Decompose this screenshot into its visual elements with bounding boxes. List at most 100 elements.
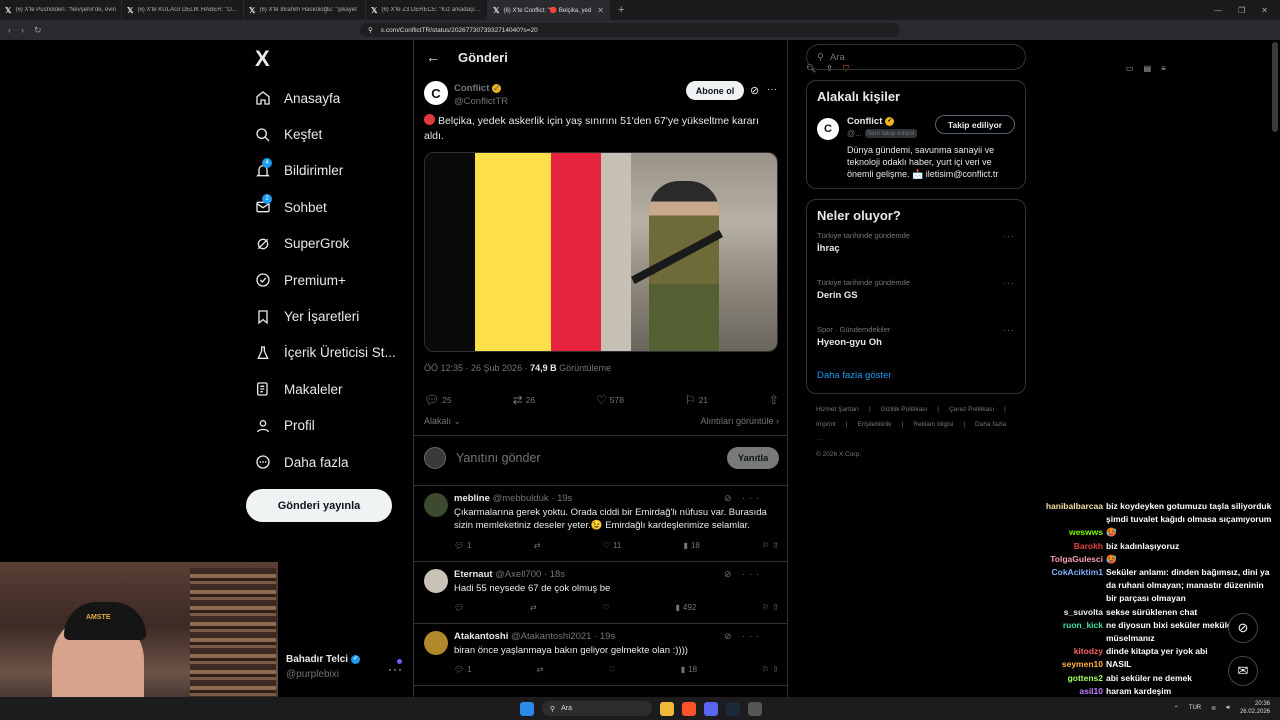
relevance-dropdown[interactable]: Alakalı ⌄	[424, 416, 461, 427]
reply-action[interactable]: 💬︎ 1	[454, 541, 472, 550]
taskbar-search[interactable]: ⚲ Ara	[542, 701, 652, 716]
windows-start-icon[interactable]	[520, 701, 534, 716]
menu-icon[interactable]: ≡	[1161, 64, 1166, 73]
wifi-icon[interactable]: ≋	[1211, 705, 1216, 712]
close-window-icon[interactable]: ✕	[1261, 6, 1268, 15]
nav-item-articles[interactable]: Makaleler	[240, 371, 410, 407]
steam-icon[interactable]	[726, 701, 740, 716]
more-icon[interactable]: ···	[1003, 278, 1015, 288]
grok-icon[interactable]: ⊘	[724, 569, 736, 579]
more-icon[interactable]: ···	[1003, 325, 1015, 335]
back-arrow-icon[interactable]: ←	[414, 49, 458, 65]
url-field[interactable]: ⚲ x.com/ConflictTR/status/202677307393271…	[360, 23, 900, 37]
minimize-icon[interactable]: —	[1214, 6, 1222, 15]
browser-tab[interactable]: 𝕏 (6) X'te İbrahim Haskoloğlu: "Şikayet	[244, 0, 366, 20]
reply-tweet[interactable]: mebline @mebbulduk · 19s ⊘ ··· Çıkarmala…	[424, 493, 779, 553]
like-action[interactable]: ♡ 11	[603, 541, 621, 550]
trend-item[interactable]: Türkiye tarihinde gündemde Derin GS ···	[817, 278, 1015, 317]
view-quotes-link[interactable]: Alıntıları görüntüle ›	[700, 416, 779, 427]
trend-item[interactable]: Spor · Gündemdekiler Hyeon-gyu Oh ···	[817, 325, 1015, 364]
bookmark-action[interactable]: ⚐ ⇧	[762, 541, 779, 550]
nav-item-creator-studio[interactable]: İçerik Üreticisi St...	[240, 335, 410, 371]
avatar[interactable]	[424, 493, 448, 517]
browser-tab[interactable]: 𝕏 (6) X'te Pusholden: "Nevşehir'de, evin	[0, 0, 122, 20]
discord-icon[interactable]	[704, 701, 718, 716]
following-button[interactable]: Takip ediliyor	[935, 115, 1015, 134]
more-icon[interactable]: ···	[742, 569, 763, 579]
reload-icon[interactable]: ↻	[34, 25, 42, 36]
views-action[interactable]: ▮ 492	[676, 603, 697, 612]
share-icon[interactable]: ⇧	[772, 541, 779, 550]
more-icon[interactable]: ···	[767, 84, 777, 95]
avatar[interactable]: C	[424, 81, 448, 105]
account-switcher[interactable]: Bahadır Telci ✓ @purplebixi	[286, 654, 361, 680]
nav-item-explore[interactable]: Keşfet	[240, 116, 410, 152]
repost-action[interactable]: ⇄	[537, 665, 544, 674]
forward-icon[interactable]: ›	[21, 25, 24, 36]
browser-tab[interactable]: 𝕏 (6) X'te KULAĞI DELİK HABER: "Ordu	[122, 0, 244, 20]
back-icon[interactable]: ‹	[8, 25, 11, 36]
nav-item-profile[interactable]: Profil	[240, 408, 410, 444]
reply-tweet[interactable]: Atakantoshi @Atakantoshi2021 · 19s ⊘ ···…	[424, 631, 779, 681]
nav-item-notifications[interactable]: 4 Bildirimler	[240, 153, 410, 189]
reply-button[interactable]: Yanıtla	[727, 447, 779, 469]
grok-icon[interactable]: ⊘	[724, 493, 736, 503]
bookmark-action[interactable]: ⚐ 21	[685, 393, 708, 407]
obs-icon[interactable]	[748, 701, 762, 716]
volume-icon[interactable]: 🔊︎	[1226, 705, 1230, 712]
sidebar-icon[interactable]: ▭	[1126, 64, 1134, 73]
reply-action[interactable]: 💬︎	[454, 603, 464, 612]
post-button[interactable]: Gönderi yayınla	[246, 489, 392, 522]
avatar[interactable]	[424, 569, 448, 593]
close-tab-icon[interactable]: ✕	[597, 6, 604, 15]
maximize-icon[interactable]: ❐	[1238, 6, 1245, 15]
clock[interactable]: 20:36 26.02.2026	[1240, 700, 1270, 716]
browser-tab[interactable]: 𝕏 (6) X'te Z3 DERECE: "Kız arkadaşına o	[366, 0, 488, 20]
nav-item-messages[interactable]: 2 Sohbet	[240, 189, 410, 225]
share-icon[interactable]: ⇧	[772, 603, 779, 612]
trend-item[interactable]: Türkiye tarihinde gündemde İhraç ···	[817, 231, 1015, 270]
related-person[interactable]: C Conflict ✓ @... Seni takip ediyor Takip …	[817, 115, 1015, 180]
bookmark-action[interactable]: ⚐ ⇧	[762, 603, 779, 612]
new-tab-icon[interactable]: +	[610, 4, 632, 16]
repost-action[interactable]: ⇄	[534, 541, 541, 550]
show-more-link[interactable]: Daha fazla göster	[817, 370, 1015, 381]
brave-browser-icon[interactable]	[682, 701, 696, 716]
bookmark-action[interactable]: ⚐ ⇧	[762, 665, 779, 674]
tweet-author[interactable]: C Conflict ✓ @ConflictTR	[424, 81, 508, 107]
nav-item-supergrok[interactable]: SuperGrok	[240, 226, 410, 262]
repost-action[interactable]: ⇄	[530, 603, 537, 612]
site-settings-icon[interactable]: ⚲	[368, 26, 373, 34]
x-logo-icon[interactable]: X	[255, 46, 410, 80]
nav-item-home[interactable]: Anasayfa	[240, 80, 410, 116]
messages-fab-icon[interactable]: ✉	[1228, 656, 1258, 686]
file-explorer-icon[interactable]	[660, 701, 674, 716]
chevron-up-icon[interactable]: ⌃	[1174, 705, 1179, 712]
more-icon[interactable]: ···	[742, 493, 763, 503]
browser-tab-active[interactable]: 𝕏 (6) X'te Conflict: "🔴 Belçika, yed ✕	[488, 0, 610, 20]
views-action[interactable]: ▮ 18	[681, 665, 697, 674]
scrollbar[interactable]	[1272, 42, 1278, 132]
account-more-icon[interactable]: ···	[388, 662, 403, 676]
like-action[interactable]: ♡	[608, 665, 615, 674]
more-icon[interactable]: ···	[742, 631, 763, 641]
reply-input[interactable]: Yanıtını gönder	[456, 451, 541, 465]
tweet-media[interactable]	[424, 152, 778, 352]
repost-action[interactable]: ⇄ 26	[513, 393, 536, 407]
views-action[interactable]: ▮ 18	[684, 541, 700, 550]
grok-icon[interactable]: ⊘	[724, 631, 736, 641]
subscribe-button[interactable]: Abone ol	[686, 81, 744, 100]
like-action[interactable]: ♡	[603, 603, 610, 612]
like-action[interactable]: ♡ 578	[596, 393, 624, 407]
share-action[interactable]: ⇧	[769, 393, 779, 407]
more-icon[interactable]: ···	[1003, 231, 1015, 241]
reply-action[interactable]: 💬︎ 1	[454, 665, 472, 674]
avatar[interactable]	[424, 631, 448, 655]
share-icon[interactable]: ⇧	[772, 665, 779, 674]
nav-item-more[interactable]: Daha fazla	[240, 444, 410, 480]
grok-fab-icon[interactable]: ⊘	[1228, 613, 1258, 643]
grok-icon[interactable]: ⊘	[750, 84, 759, 97]
nav-item-premium[interactable]: Premium+	[240, 262, 410, 298]
wallet-icon[interactable]: ▤	[1144, 64, 1152, 73]
reply-tweet[interactable]: Eternaut @Axell700 · 18s ⊘ ··· Hadi 55 n…	[424, 569, 779, 619]
